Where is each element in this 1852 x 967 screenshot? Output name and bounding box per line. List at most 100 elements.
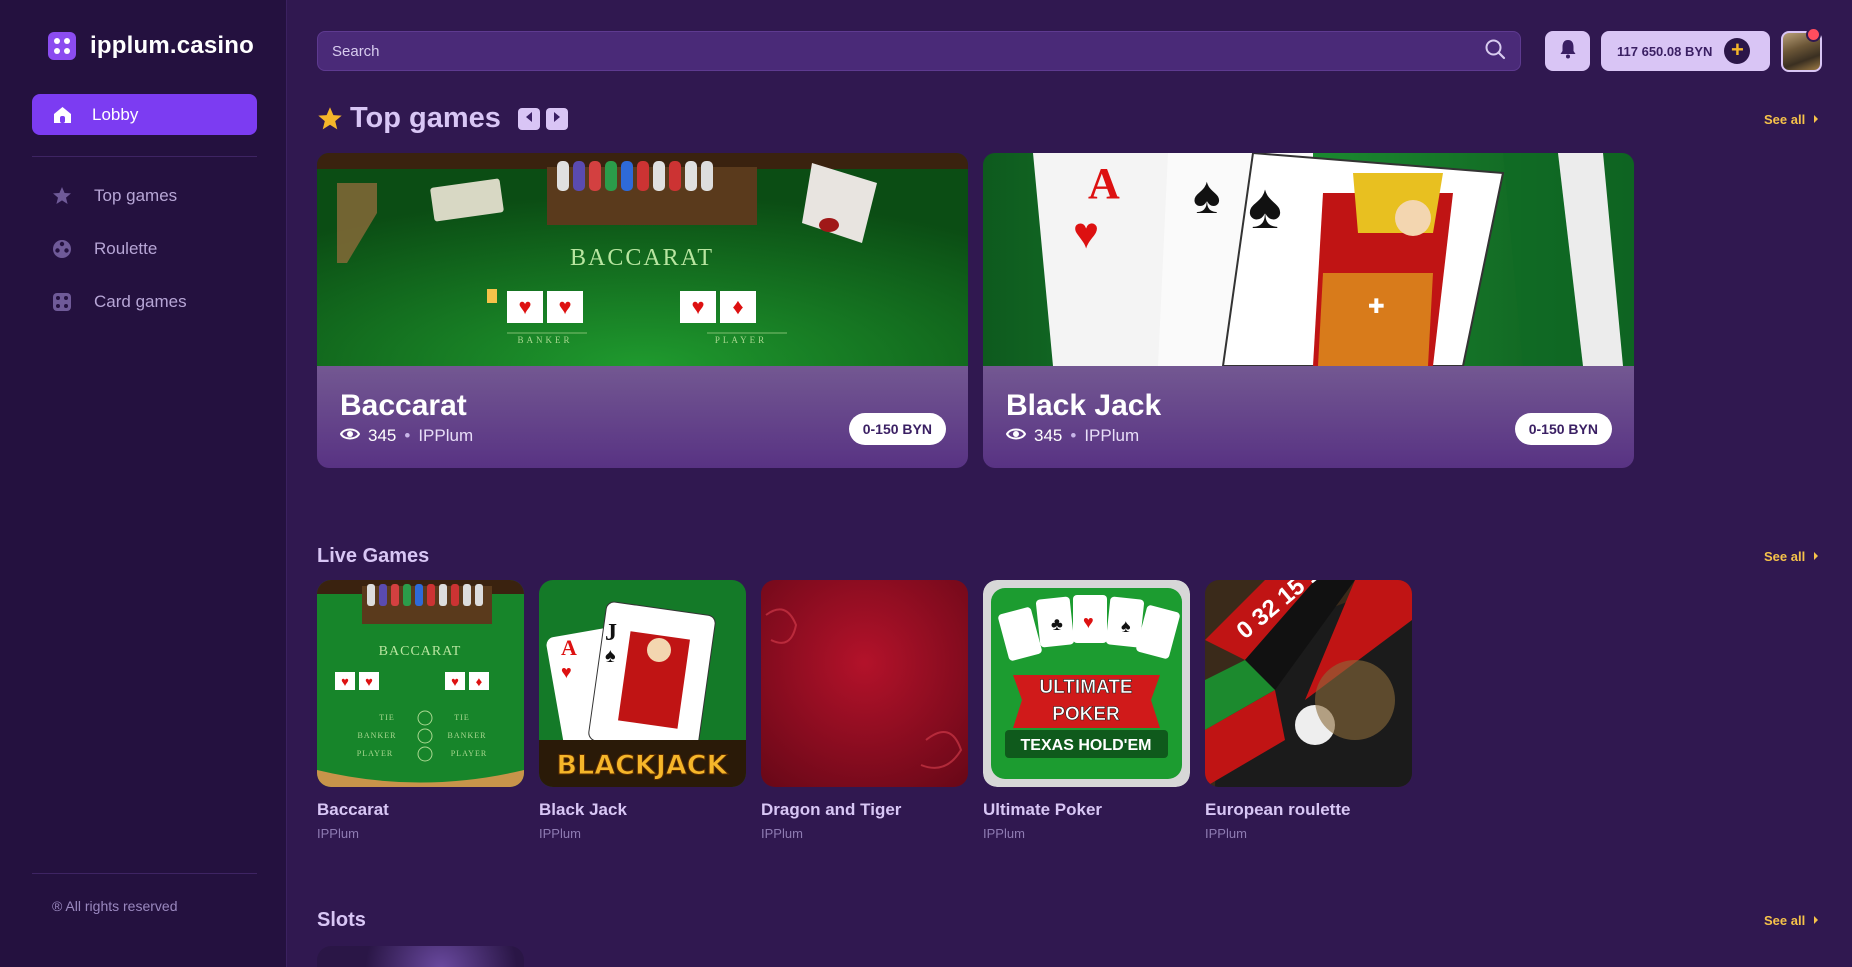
svg-text:♥: ♥ bbox=[1083, 612, 1094, 632]
sidebar-item-label: Card games bbox=[94, 292, 187, 311]
dice-icon bbox=[52, 292, 72, 312]
sidebar-item-label: Roulette bbox=[94, 239, 158, 258]
game-meta: 345 • IPPlum bbox=[339, 426, 474, 446]
svg-text:♠: ♠ bbox=[1121, 616, 1131, 636]
svg-text:♥: ♥ bbox=[558, 294, 571, 319]
holdem-art-text: TEXAS HOLD'EM bbox=[1021, 737, 1152, 754]
sidebar-item-card-games[interactable]: Card games bbox=[52, 292, 187, 312]
baccarat-art-text: BACCARAT bbox=[570, 245, 714, 271]
balance-widget[interactable]: 117 650.08 BYN + bbox=[1601, 31, 1770, 71]
game-title: Baccarat bbox=[340, 389, 467, 422]
svg-text:♠: ♠ bbox=[1193, 167, 1221, 225]
view-count: 345 bbox=[1034, 426, 1063, 445]
svg-text:TIE: TIE bbox=[379, 713, 394, 722]
live-game-name[interactable]: Baccarat bbox=[317, 800, 389, 820]
search-icon[interactable] bbox=[1484, 38, 1506, 65]
svg-text:♥: ♥ bbox=[341, 674, 349, 689]
blackjack-logo-text: BLACKJACK bbox=[556, 750, 728, 781]
caret-right-icon bbox=[1813, 112, 1819, 127]
home-icon bbox=[52, 105, 72, 125]
bet-range-badge: 0-150 BYN bbox=[848, 413, 946, 445]
svg-text:✚: ✚ bbox=[1368, 296, 1385, 318]
sidebar-item-label: Top games bbox=[94, 186, 178, 205]
player-art-text: PLAYER bbox=[715, 335, 767, 345]
svg-text:♠: ♠ bbox=[605, 645, 616, 667]
view-count: 345 bbox=[368, 426, 397, 445]
roulette-thumbnail: 0 32 15 19 bbox=[1205, 580, 1412, 787]
svg-text:PLAYER: PLAYER bbox=[357, 749, 393, 758]
live-game-name[interactable]: Ultimate Poker bbox=[983, 800, 1102, 820]
next-arrow-button[interactable] bbox=[546, 108, 568, 130]
prev-arrow-button[interactable] bbox=[518, 108, 540, 130]
brand-name: ipplum.casino bbox=[90, 32, 254, 59]
chevron-right-icon bbox=[552, 110, 562, 128]
svg-text:♦: ♦ bbox=[476, 674, 483, 689]
star-icon bbox=[317, 106, 343, 137]
ultimate-art-text: ULTIMATE bbox=[1039, 677, 1132, 698]
svg-text:PLAYER: PLAYER bbox=[451, 749, 487, 758]
live-game-tile-baccarat[interactable]: BACCARAT ♥ ♥ ♥ ♦ TIE TIE BANKER BANKER P… bbox=[317, 580, 524, 787]
poker-art-text: POKER bbox=[1052, 704, 1120, 725]
baccarat-thumbnail: BACCARAT ♥ ♥ ♥ ♦ TIE TIE BANKER BANKER P… bbox=[317, 580, 524, 787]
sidebar-item-top-games[interactable]: Top games bbox=[52, 186, 177, 206]
svg-text:J: J bbox=[605, 620, 617, 646]
search-bar[interactable] bbox=[317, 31, 1521, 71]
top-game-card-baccarat[interactable]: BACCARAT ♥ ♥ ♥ ♦ BANKER PLAYER Baccarat … bbox=[317, 153, 968, 468]
provider-name: IPPlum bbox=[1084, 426, 1140, 445]
bell-icon bbox=[1559, 39, 1577, 64]
svg-text:♥: ♥ bbox=[1073, 209, 1099, 258]
sidebar-divider bbox=[32, 156, 257, 157]
baccarat-art-text: BACCARAT bbox=[379, 644, 462, 659]
svg-text:♠: ♠ bbox=[1248, 170, 1282, 242]
roulette-icon bbox=[52, 239, 72, 259]
section-title-slots: Slots bbox=[317, 909, 366, 931]
top-game-card-black-jack[interactable]: A ♥ ♠ ♠ ✚ Black Jack 345 • IPPlum 0-150 … bbox=[983, 153, 1634, 468]
nav-lobby-label: Lobby bbox=[92, 104, 139, 124]
sidebar-divider bbox=[32, 873, 257, 874]
live-game-provider: IPPlum bbox=[761, 826, 803, 841]
svg-text:♣: ♣ bbox=[1051, 614, 1063, 634]
svg-text:BANKER: BANKER bbox=[448, 731, 487, 740]
notifications-button[interactable] bbox=[1545, 31, 1590, 71]
see-all-top-games[interactable]: See all bbox=[1764, 112, 1819, 127]
dice-logo-icon bbox=[48, 32, 76, 60]
svg-text:A: A bbox=[561, 635, 577, 660]
dragon-tiger-thumbnail bbox=[761, 580, 968, 787]
live-game-name[interactable]: Black Jack bbox=[539, 800, 627, 820]
svg-text:♥: ♥ bbox=[365, 674, 373, 689]
brand-logo[interactable]: ipplum.casino bbox=[48, 32, 254, 60]
see-all-label: See all bbox=[1764, 549, 1806, 564]
star-icon bbox=[52, 186, 72, 206]
svg-text:TIE: TIE bbox=[454, 713, 469, 722]
add-funds-button[interactable]: + bbox=[1724, 38, 1751, 64]
svg-text:♥: ♥ bbox=[451, 674, 459, 689]
svg-text:A: A bbox=[1088, 159, 1120, 208]
live-game-tile-european-roulette[interactable]: 0 32 15 19 bbox=[1205, 580, 1412, 787]
caret-right-icon bbox=[1813, 913, 1819, 928]
live-game-name[interactable]: European roulette bbox=[1205, 800, 1350, 820]
balance-amount: 117 650.08 BYN bbox=[1617, 43, 1713, 59]
see-all-label: See all bbox=[1764, 913, 1806, 928]
live-game-tile-black-jack[interactable]: A ♥ J ♠ BLACKJACK bbox=[539, 580, 746, 787]
game-meta: 345 • IPPlum bbox=[1005, 426, 1140, 446]
sidebar: ipplum.casino Lobby Top games Roulette C… bbox=[0, 0, 287, 967]
section-title-live-games: Live Games bbox=[317, 545, 430, 567]
slot-game-tile[interactable] bbox=[317, 946, 524, 967]
live-game-name[interactable]: Dragon and Tiger bbox=[761, 800, 901, 820]
nav-lobby[interactable]: Lobby bbox=[32, 94, 257, 135]
see-all-live-games[interactable]: See all bbox=[1764, 549, 1819, 564]
svg-text:♥: ♥ bbox=[561, 662, 572, 682]
live-game-tile-dragon-and-tiger[interactable] bbox=[761, 580, 968, 787]
search-input[interactable] bbox=[332, 42, 1484, 60]
live-game-provider: IPPlum bbox=[539, 826, 581, 841]
svg-text:♥: ♥ bbox=[691, 294, 704, 319]
meta-separator: • bbox=[1070, 426, 1077, 445]
chevron-left-icon bbox=[524, 110, 534, 128]
see-all-slots[interactable]: See all bbox=[1764, 913, 1819, 928]
svg-text:♥: ♥ bbox=[518, 294, 531, 319]
sidebar-item-roulette[interactable]: Roulette bbox=[52, 239, 157, 259]
blackjack-cards-image: A ♥ ♠ ♠ ✚ bbox=[983, 153, 1634, 366]
live-game-provider: IPPlum bbox=[983, 826, 1025, 841]
provider-name: IPPlum bbox=[418, 426, 474, 445]
live-game-tile-ultimate-poker[interactable]: ♣ ♥ ♠ ULTIMATE POKER TEXAS HOLD'EM bbox=[983, 580, 1190, 787]
